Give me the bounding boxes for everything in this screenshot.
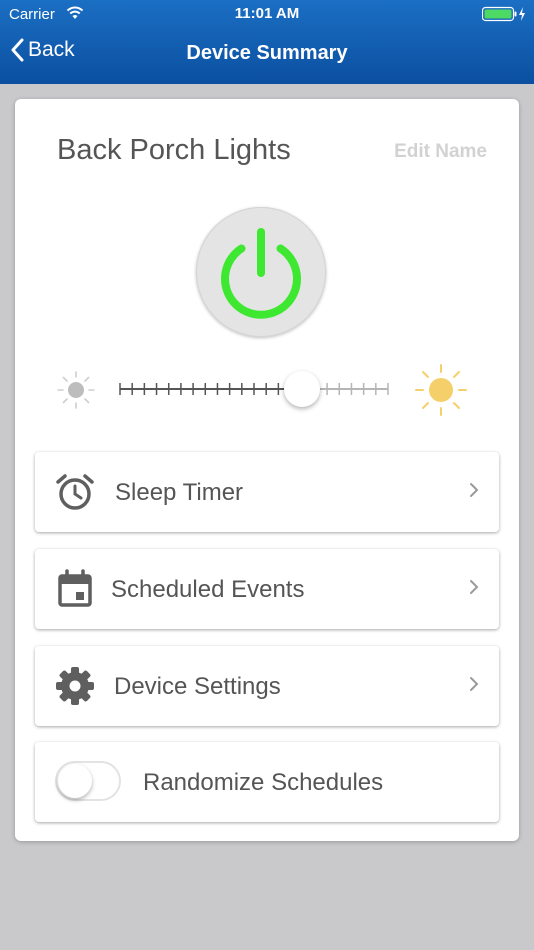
sleep-timer-label: Sleep Timer [115,479,244,506]
nav-bar: Carrier 11:01 AM Back Device Summary [0,0,534,84]
scheduled-events-row[interactable]: Scheduled Events [35,549,499,629]
calendar-icon [55,569,95,614]
power-icon [221,228,301,319]
sleep-timer-row[interactable]: Sleep Timer [35,452,499,532]
brightness-high-icon [413,364,469,425]
randomize-schedules-row: Randomize Schedules [35,742,499,822]
page-title: Device Summary [186,42,348,64]
randomize-schedules-label: Randomize Schedules [143,769,384,796]
chevron-right-icon [469,674,479,699]
alarm-clock-icon [55,472,95,517]
device-card: Back Porch Lights Edit Name Sleep Timer … [15,99,519,841]
battery-charging-icon [481,6,526,27]
device-name: Back Porch Lights [57,134,291,166]
toggle-knob [58,764,92,798]
slider-thumb[interactable] [284,371,321,407]
brightness-slider[interactable] [118,369,390,409]
status-time: 11:01 AM [234,5,300,22]
randomize-toggle[interactable] [55,761,121,801]
power-button[interactable] [196,207,326,337]
device-settings-label: Device Settings [114,673,281,700]
edit-name-button[interactable]: Edit Name [394,141,487,163]
brightness-low-icon [56,370,96,415]
device-settings-row[interactable]: Device Settings [35,646,499,726]
gear-icon [55,666,95,711]
chevron-right-icon [469,480,479,505]
scheduled-events-label: Scheduled Events [111,576,305,603]
chevron-right-icon [469,577,479,602]
